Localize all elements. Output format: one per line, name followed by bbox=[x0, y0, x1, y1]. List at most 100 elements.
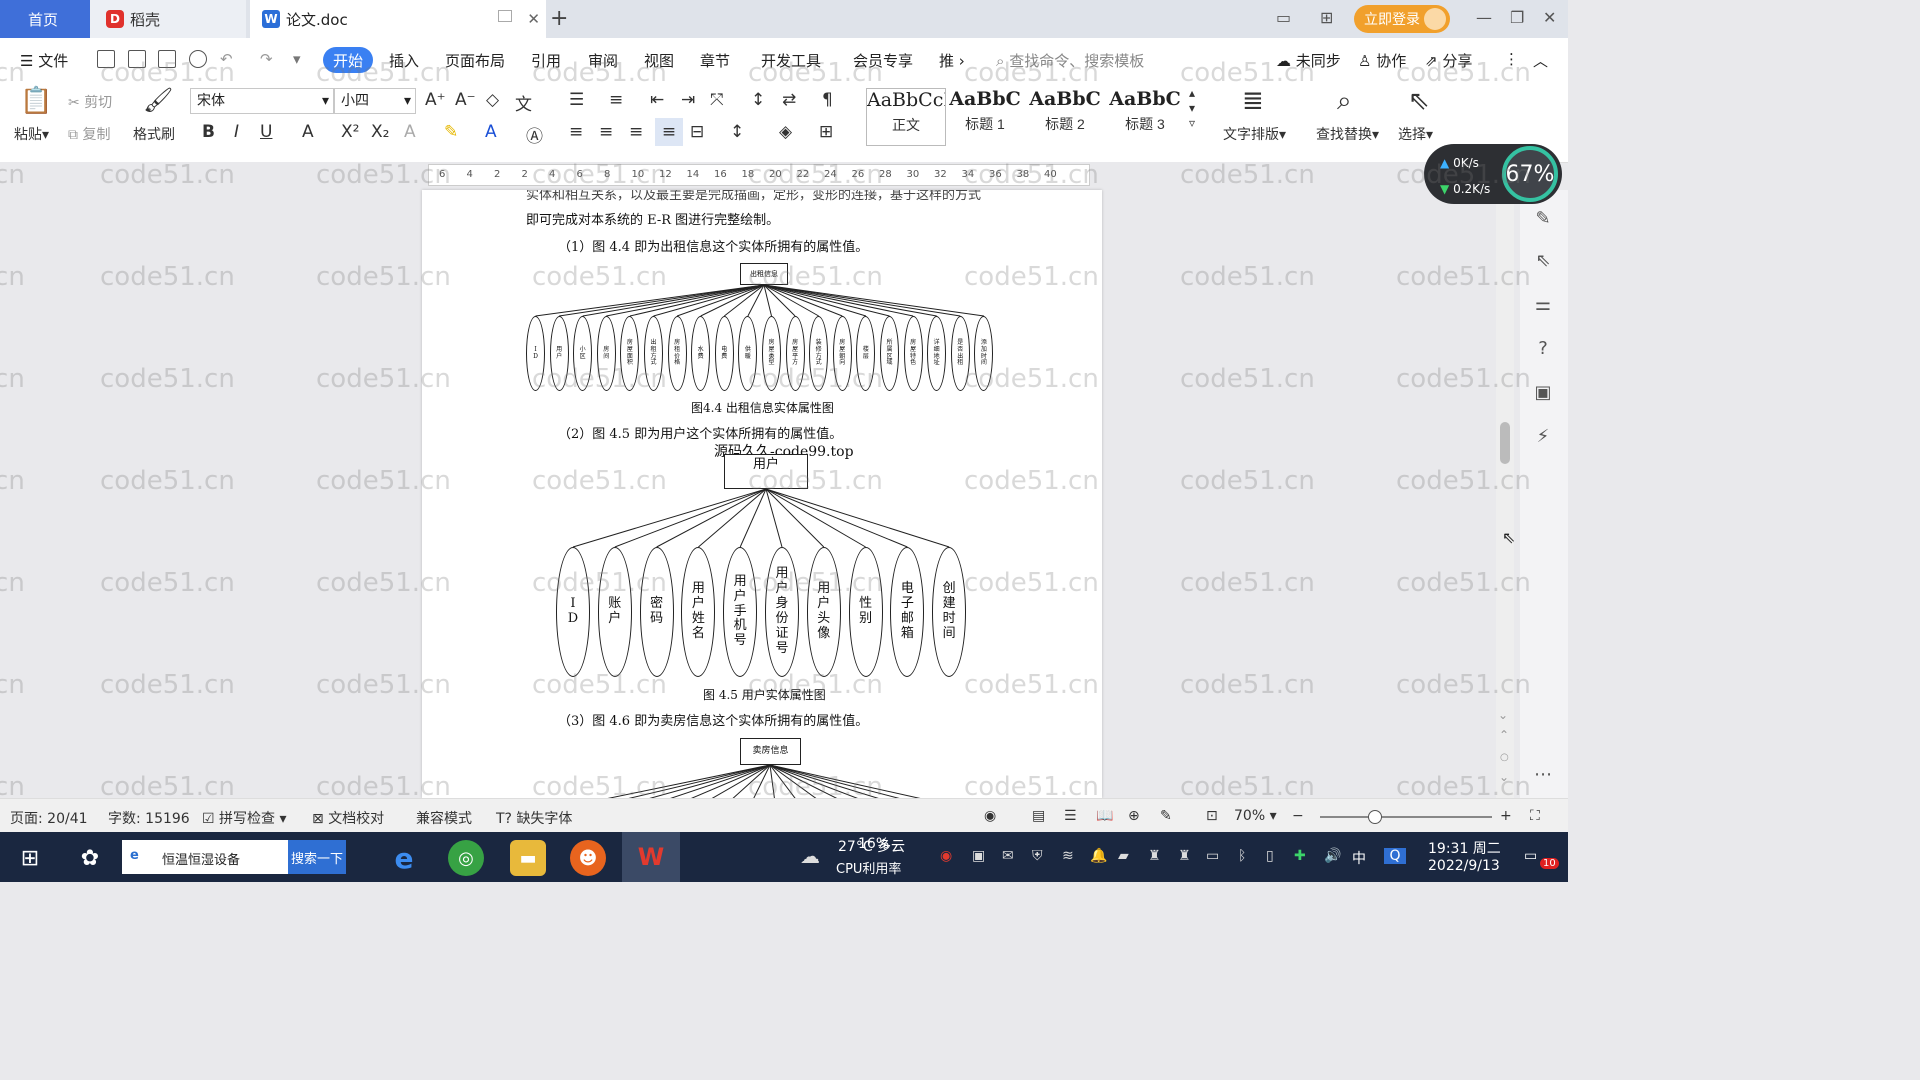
scrollbar-thumb[interactable] bbox=[1500, 422, 1510, 464]
bold-icon[interactable]: B bbox=[202, 122, 215, 142]
scroll-down-icon[interactable]: ⌄ bbox=[1498, 708, 1508, 722]
line-spacing-icon[interactable]: ↕ bbox=[730, 122, 744, 142]
green-plus-icon[interactable]: ✚ bbox=[1294, 848, 1306, 864]
battery-icon[interactable]: ▭ bbox=[1206, 848, 1219, 864]
align-left-icon[interactable]: ≡ bbox=[569, 122, 583, 142]
tab-home[interactable]: 首页 bbox=[0, 0, 90, 38]
font-family-select[interactable]: 宋体 ▾ bbox=[190, 88, 334, 114]
tab-document[interactable]: W 论文.doc ✕ bbox=[250, 0, 546, 38]
spell-check-button[interactable]: ☑ 拼写检查 ▾ bbox=[202, 808, 287, 828]
windows-start-icon[interactable]: ⊞ bbox=[12, 840, 48, 876]
borders-icon[interactable]: ⊞ bbox=[819, 122, 833, 142]
write-view-icon[interactable]: ✎ bbox=[1160, 808, 1172, 824]
cursor-select-icon[interactable]: ⇖ bbox=[1408, 86, 1430, 116]
format-painter-button[interactable]: 格式刷 bbox=[133, 124, 175, 144]
more-tools-icon[interactable]: ⋯ bbox=[1532, 764, 1554, 786]
missing-font-button[interactable]: T? 缺失字体 bbox=[496, 808, 572, 828]
wifi-icon[interactable]: ≋ bbox=[1062, 848, 1074, 864]
subscript-icon[interactable]: X₂ bbox=[371, 122, 389, 142]
360-browser-icon[interactable]: ◎ bbox=[448, 840, 484, 876]
print-preview-icon[interactable] bbox=[189, 50, 207, 68]
compat-mode[interactable]: 兼容模式 bbox=[416, 808, 472, 828]
char-border-icon[interactable]: Ⓐ bbox=[526, 122, 543, 147]
horizontal-ruler[interactable]: 6 4 2 2 4 6 8 10 12 14 16 18 20 22 24 26 28 30 32 34 36 38 40 bbox=[428, 164, 1090, 186]
style-heading-1[interactable]: AaBbC 标题 1 bbox=[946, 88, 1024, 144]
menu-view[interactable]: 视图 bbox=[644, 50, 674, 71]
align-center-icon[interactable]: ≡ bbox=[599, 122, 613, 142]
pen-icon[interactable]: ✎ bbox=[1532, 208, 1554, 230]
layout-icon[interactable]: ▭ bbox=[1276, 8, 1291, 27]
fullscreen-icon[interactable]: ⛶ bbox=[1530, 808, 1540, 824]
style-normal[interactable]: AaBbCcI 正文 bbox=[866, 88, 946, 146]
qq-icon[interactable]: ♜ bbox=[1148, 848, 1161, 864]
more-options-icon[interactable]: ⋮ bbox=[1504, 50, 1519, 68]
qq-second-icon[interactable]: ♜ bbox=[1178, 848, 1191, 864]
style-heading-2[interactable]: AaBbC 标题 2 bbox=[1026, 88, 1104, 144]
next-page-icon[interactable]: ⌄ bbox=[1499, 770, 1509, 784]
read-view-icon[interactable]: 📖 bbox=[1096, 808, 1113, 824]
clear-format-icon[interactable]: ◇ bbox=[486, 90, 499, 110]
tray-app-icon[interactable]: ◉ bbox=[940, 848, 952, 864]
taskbar-search-box[interactable]: e 恒温恒湿设备 搜索一下 bbox=[122, 840, 346, 874]
pinyin-icon[interactable]: 文 bbox=[515, 90, 532, 115]
login-button[interactable]: 立即登录 bbox=[1354, 5, 1450, 33]
page-view-icon[interactable]: ▤ bbox=[1032, 808, 1045, 824]
eye-protect-icon[interactable]: ◉ bbox=[984, 808, 996, 824]
image-tool-icon[interactable]: ▣ bbox=[1532, 382, 1554, 404]
taskbar-search-button[interactable]: 搜索一下 bbox=[288, 840, 346, 874]
menu-review[interactable]: 审阅 bbox=[588, 50, 618, 71]
numbering-icon[interactable]: ≡ bbox=[609, 90, 623, 110]
bullets-icon[interactable]: ☰ bbox=[569, 90, 584, 110]
find-replace-button[interactable]: 查找替换▾ bbox=[1316, 124, 1379, 144]
decrease-indent-icon[interactable]: ⇤ bbox=[650, 90, 664, 110]
web-view-icon[interactable]: ⊕ bbox=[1128, 808, 1140, 824]
select-button[interactable]: 选择▾ bbox=[1398, 124, 1433, 144]
tray-shield-icon[interactable]: ⛨ bbox=[1032, 848, 1043, 864]
sync-status[interactable]: ☁ 未同步 bbox=[1276, 50, 1341, 71]
clock-time[interactable]: 19:31 周二 bbox=[1428, 838, 1501, 858]
magnifier-icon[interactable]: ⌕ bbox=[1337, 86, 1352, 117]
zoom-in-icon[interactable]: + bbox=[1500, 808, 1512, 824]
distribute-icon[interactable]: ⊟ bbox=[690, 122, 704, 142]
zoom-slider-knob[interactable] bbox=[1368, 810, 1382, 824]
show-marks-icon[interactable]: ¶ bbox=[822, 90, 833, 110]
volume-icon[interactable]: 🔊 bbox=[1324, 848, 1341, 864]
menu-developer[interactable]: 开发工具 bbox=[761, 50, 821, 71]
tab-docer[interactable]: D 稻壳 bbox=[90, 0, 246, 38]
menu-chapter[interactable]: 章节 bbox=[700, 50, 730, 71]
save-icon[interactable] bbox=[97, 50, 115, 68]
help-icon[interactable]: ? bbox=[1532, 338, 1554, 360]
justify-icon[interactable]: ≡ bbox=[655, 118, 683, 146]
vertical-scrollbar[interactable]: ⌄ ⌃ ○ ⌄ bbox=[1496, 190, 1514, 798]
copy-button[interactable]: ⧉ 复制 bbox=[68, 124, 110, 144]
superscript-icon[interactable]: X² bbox=[341, 122, 359, 142]
backup-icon[interactable]: ⚡ bbox=[1532, 426, 1554, 448]
nvidia-icon[interactable]: ▰ bbox=[1118, 848, 1129, 864]
text-layout-icon[interactable]: ≣ bbox=[1242, 86, 1264, 116]
document-page[interactable]: 实体和相互关系，以及最主要是完成描画，定形，变形的连接，基于这样的方式 即可完成… bbox=[422, 190, 1102, 798]
restore-icon[interactable]: ❐ bbox=[1510, 8, 1524, 27]
font-size-select[interactable]: 小四 ▾ bbox=[334, 88, 416, 114]
ie-browser-icon[interactable]: e bbox=[386, 840, 422, 876]
zoom-out-icon[interactable]: − bbox=[1292, 808, 1304, 824]
menu-page-layout[interactable]: 页面布局 bbox=[445, 50, 505, 71]
file-explorer-icon[interactable]: ▬ bbox=[510, 840, 546, 876]
sort-icon[interactable]: ↕ bbox=[751, 90, 765, 110]
strikethrough-icon[interactable]: A bbox=[302, 122, 314, 142]
align-right-icon[interactable]: ≡ bbox=[629, 122, 643, 142]
collab-button[interactable]: ♙ 协作 bbox=[1358, 50, 1406, 71]
search-command-box[interactable]: ⌕ 查找命令、搜索模板 bbox=[996, 50, 1144, 71]
clock-date[interactable]: 2022/9/13 bbox=[1428, 858, 1500, 874]
menu-start[interactable]: 开始 bbox=[323, 47, 373, 73]
tray-wechat-icon[interactable]: ✉ bbox=[1002, 848, 1014, 864]
action-center-icon[interactable]: ▭ bbox=[1524, 848, 1537, 864]
print-icon[interactable] bbox=[158, 50, 176, 68]
brush-icon[interactable]: 🖌 bbox=[143, 86, 173, 114]
zoom-slider[interactable] bbox=[1320, 810, 1492, 824]
styles-scroll-icon[interactable]: ▴ ▾ ▿ bbox=[1189, 86, 1195, 131]
word-count[interactable]: 字数: 15196 bbox=[108, 808, 190, 828]
shading-icon[interactable]: ◈ bbox=[779, 122, 792, 142]
ime-indicator[interactable]: 中 bbox=[1352, 848, 1366, 868]
undo-icon[interactable]: ↶ bbox=[220, 50, 233, 68]
text-layout-button[interactable]: 文字排版▾ bbox=[1223, 124, 1286, 144]
